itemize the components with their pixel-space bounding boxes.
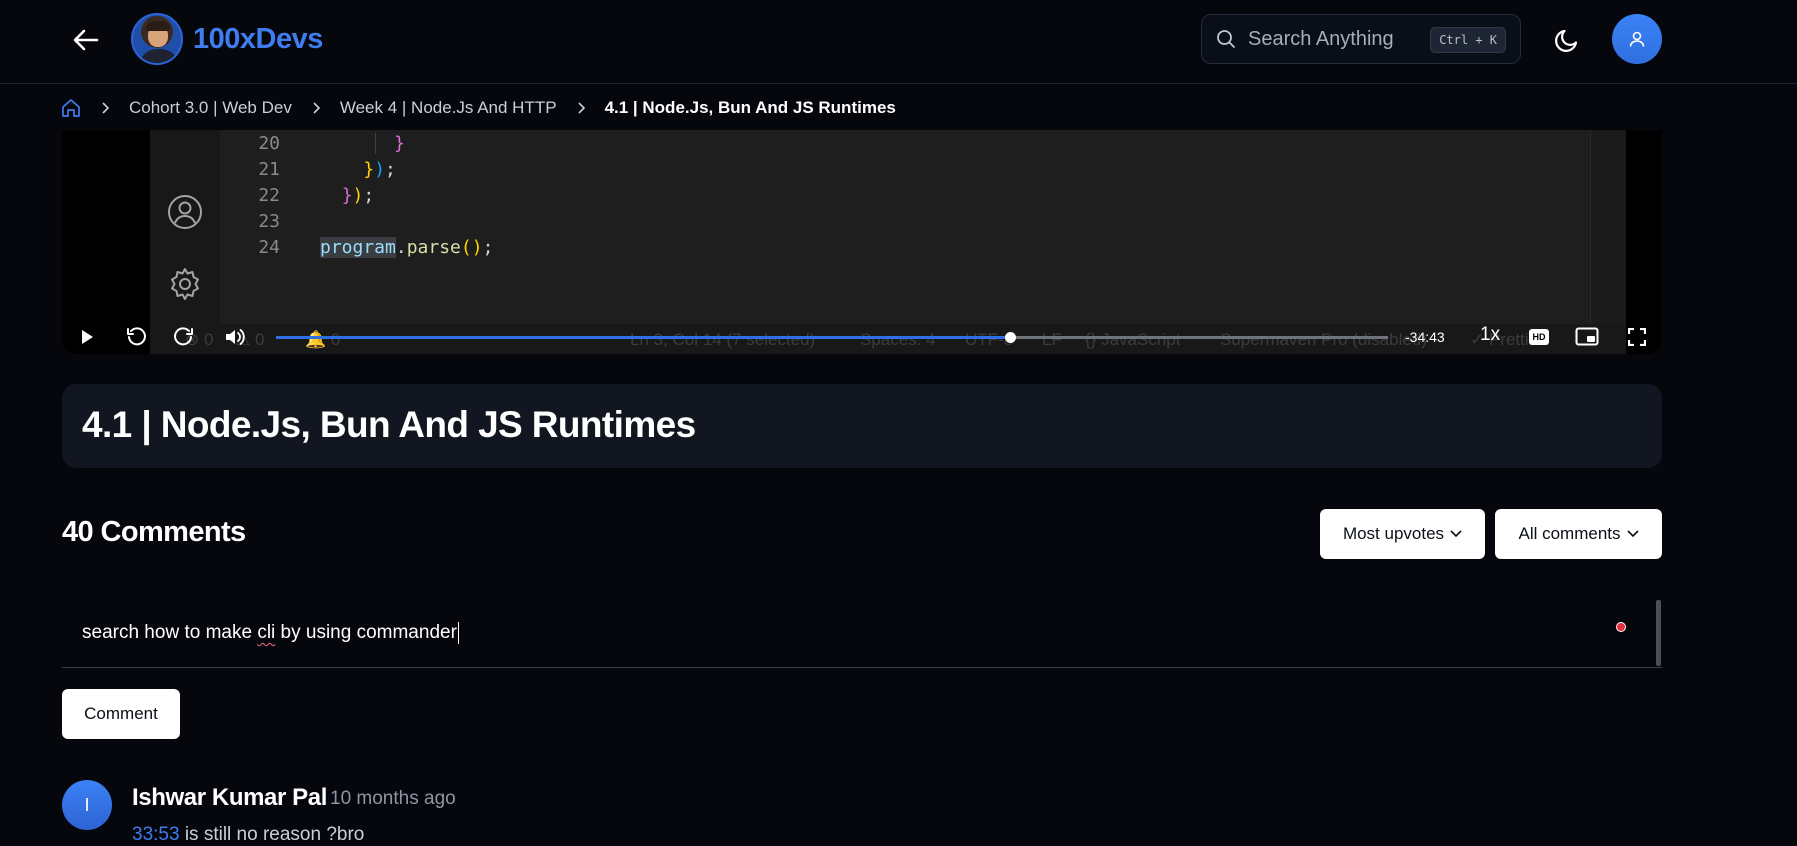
moon-icon[interactable] (1550, 23, 1584, 57)
home-icon[interactable] (61, 98, 81, 118)
progress-fill (276, 336, 1010, 339)
user-icon (1628, 30, 1646, 48)
filter-dropdown[interactable]: All comments (1495, 509, 1662, 559)
time-remaining: -34:43 (1405, 329, 1445, 345)
comment-input[interactable]: search how to make cli by using commande… (62, 600, 1662, 668)
back-arrow-icon[interactable] (70, 24, 102, 56)
comment-avatar[interactable]: I (62, 780, 112, 830)
player-controls: -34:43 1x HD (62, 320, 1662, 354)
brand-logo[interactable]: 100xDevs (131, 13, 323, 65)
input-scrollbar[interactable] (1656, 600, 1661, 666)
comment-time: 10 months ago (330, 788, 456, 809)
fullscreen-icon[interactable] (1622, 322, 1652, 352)
search-input[interactable]: Search Anything Ctrl + K (1201, 14, 1521, 64)
volume-icon[interactable] (220, 322, 250, 352)
search-placeholder: Search Anything (1248, 27, 1394, 50)
code-line: 20 } (258, 132, 405, 154)
user-avatar[interactable] (1612, 14, 1662, 64)
progress-thumb[interactable] (1004, 332, 1016, 343)
code-line: 24 program.parse(); (258, 236, 494, 258)
brand-name: 100xDevs (193, 22, 323, 55)
code-line: 21 }); (258, 158, 396, 180)
breadcrumb: Cohort 3.0 | Web Dev Week 4 | Node.Js An… (61, 94, 896, 122)
search-icon (1216, 29, 1236, 49)
chevron-down-icon (1626, 530, 1639, 538)
code-line: 23 (258, 210, 280, 232)
chevron-down-icon (1450, 530, 1462, 538)
comment-timestamp-link[interactable]: 33:53 (132, 824, 180, 845)
lesson-title: 4.1 | Node.Js, Bun And JS Runtimes (82, 404, 696, 445)
grammar-status-dot[interactable] (1616, 622, 1626, 632)
comment-item: I Ishwar Kumar Pal 10 months ago 33:53 i… (62, 776, 1662, 845)
chevron-right-icon (577, 102, 587, 114)
sort-dropdown[interactable]: Most upvotes (1320, 509, 1485, 559)
gear-icon (166, 265, 204, 303)
comment-author[interactable]: Ishwar Kumar Pal (132, 784, 327, 812)
search-shortcut-badge: Ctrl + K (1430, 27, 1506, 53)
chevron-right-icon (312, 102, 322, 114)
comment-input-value: search how to make cli by using commande… (82, 622, 459, 644)
progress-bar[interactable] (276, 332, 1388, 343)
comment-body: 33:53 is still no reason ?bro (132, 824, 365, 845)
picture-in-picture-icon[interactable] (1572, 322, 1602, 352)
rewind-icon[interactable] (121, 322, 151, 352)
quality-hd-button[interactable]: HD (1529, 329, 1549, 345)
brand-avatar (131, 13, 183, 65)
lesson-title-card: 4.1 | Node.Js, Bun And JS Runtimes (62, 384, 1662, 468)
filter-dropdown-label: All comments (1518, 524, 1621, 543)
forward-icon[interactable] (169, 322, 199, 352)
code-line: 22 }); (258, 184, 375, 206)
chevron-right-icon (101, 102, 111, 114)
video-player[interactable]: 20 } 21 }); 22 }); 23 24 program.parse();… (62, 130, 1662, 354)
account-icon (166, 193, 204, 231)
playback-speed-button[interactable]: 1x (1480, 324, 1500, 346)
sort-dropdown-label: Most upvotes (1342, 524, 1445, 543)
breadcrumb-current: 4.1 | Node.Js, Bun And JS Runtimes (604, 98, 896, 117)
breadcrumb-week[interactable]: Week 4 | Node.Js And HTTP (340, 98, 557, 118)
play-icon[interactable] (72, 322, 102, 352)
comments-count: 40 Comments (62, 516, 246, 548)
breadcrumb-cohort[interactable]: Cohort 3.0 | Web Dev (129, 98, 292, 118)
comment-submit-button[interactable]: Comment (62, 689, 180, 739)
top-header: 100xDevs Search Anything Ctrl + K (0, 0, 1797, 84)
